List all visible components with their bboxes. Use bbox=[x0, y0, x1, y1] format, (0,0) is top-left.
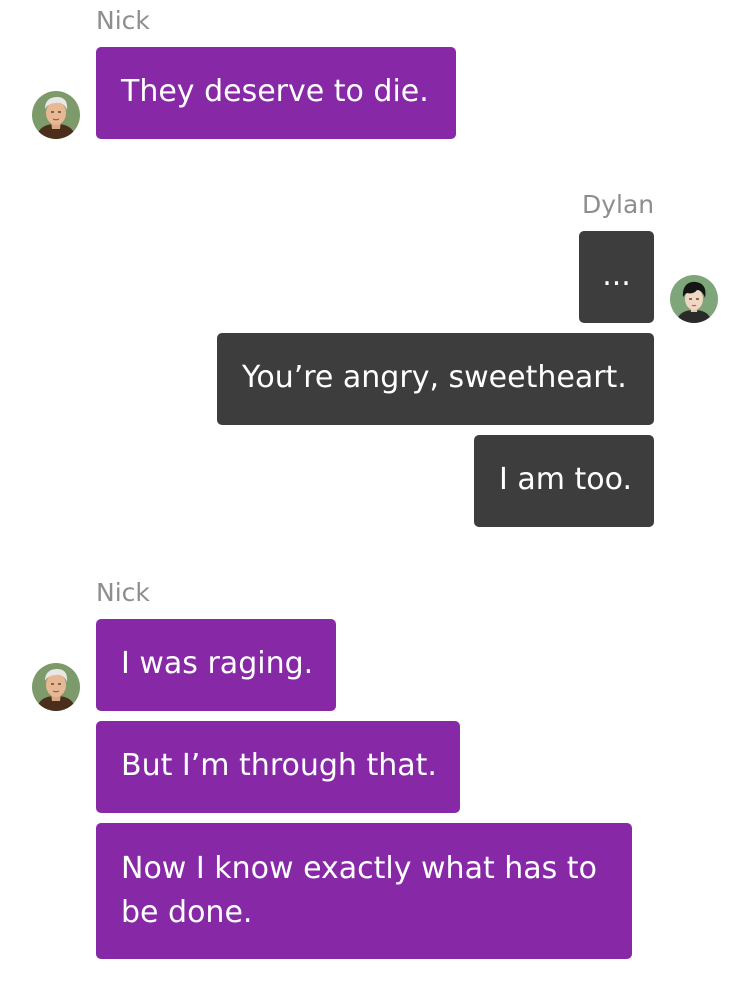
message-bubble[interactable]: ... bbox=[579, 231, 654, 323]
message-bubble[interactable]: They deserve to die. bbox=[96, 47, 456, 139]
message-bubble[interactable]: But I’m through that. bbox=[96, 721, 460, 813]
message-bubble[interactable]: I am too. bbox=[474, 435, 654, 527]
sender-name-dylan: Dylan bbox=[582, 190, 655, 219]
chat-transcript: Nick They deserve to die. Dylan ... You’… bbox=[0, 0, 750, 1004]
message-bubble[interactable]: You’re angry, sweetheart. bbox=[217, 333, 654, 425]
avatar-dylan-icon[interactable] bbox=[670, 275, 718, 323]
message-bubble[interactable]: I was raging. bbox=[96, 619, 336, 711]
avatar-nick-icon[interactable] bbox=[32, 91, 80, 139]
sender-name-nick: Nick bbox=[96, 578, 150, 607]
sender-name-nick: Nick bbox=[96, 6, 150, 35]
avatar-nick-icon[interactable] bbox=[32, 663, 80, 711]
message-bubble[interactable]: Now I know exactly what has to be done. bbox=[96, 823, 632, 959]
